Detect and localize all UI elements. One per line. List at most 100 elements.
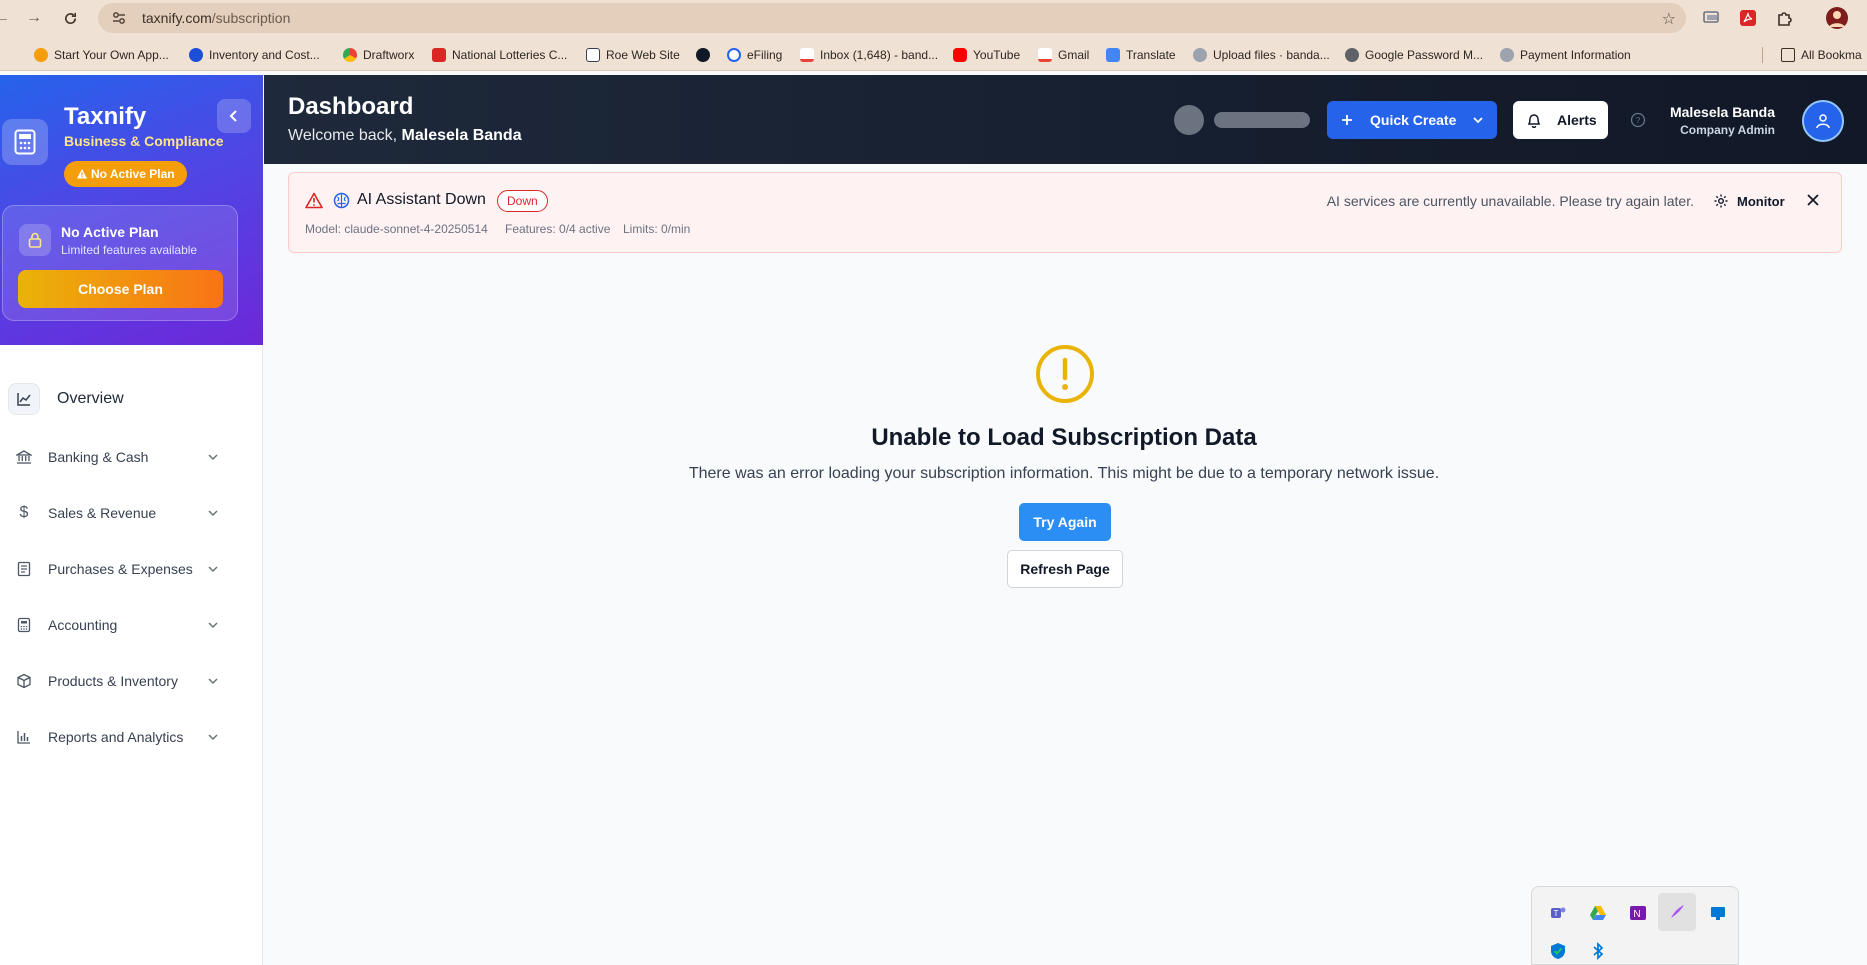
bookmark-star-icon[interactable]: ☆	[1662, 9, 1676, 29]
chevron-down-icon	[1473, 117, 1483, 124]
address-bar[interactable]: taxnify.com/subscription ☆	[98, 3, 1686, 33]
folder-icon	[1781, 48, 1795, 62]
sidebar-item-label: Overview	[57, 390, 124, 407]
bookmark-item[interactable]: Gmail	[1038, 46, 1089, 64]
help-icon[interactable]: ?	[1630, 112, 1646, 128]
refresh-page-button[interactable]: Refresh Page	[1007, 550, 1123, 588]
pen-feather-icon[interactable]	[1658, 893, 1696, 931]
sidebar-item-label: Reports and Analytics	[48, 729, 184, 745]
chevron-down-icon	[208, 510, 218, 517]
onenote-icon[interactable]: N	[1626, 901, 1650, 925]
back-icon[interactable]: ←	[0, 6, 14, 30]
bookmark-favicon-icon	[432, 48, 446, 62]
system-tray-overflow: T N	[1531, 886, 1739, 965]
bookmark-item[interactable]: Translate	[1106, 46, 1176, 64]
warning-icon	[77, 169, 87, 179]
bookmark-item[interactable]: Start Your Own App...	[34, 46, 169, 64]
choose-plan-button[interactable]: Choose Plan	[18, 270, 223, 308]
gmail-icon	[800, 48, 814, 62]
chevron-down-icon	[208, 678, 218, 685]
teams-icon[interactable]: T	[1546, 901, 1570, 925]
quick-create-button[interactable]: Quick Create	[1327, 101, 1497, 139]
close-icon[interactable]	[1806, 193, 1820, 207]
line-chart-icon	[8, 383, 40, 415]
bookmark-favicon-icon	[34, 48, 48, 62]
sidebar-item-label: Sales & Revenue	[48, 505, 157, 521]
bookmark-item[interactable]: YouTube	[953, 46, 1020, 64]
sidebar-item-label: Purchases & Expenses	[48, 561, 193, 577]
browser-toolbar: ← → taxnify.com/subscription ☆	[0, 0, 1867, 38]
try-again-button[interactable]: Try Again	[1019, 503, 1111, 541]
bookmark-item[interactable]: Upload files · banda...	[1193, 46, 1330, 64]
chevron-down-icon	[208, 454, 218, 461]
screen-icon[interactable]	[1706, 901, 1730, 925]
sidebar-item-banking[interactable]: Banking & Cash	[0, 437, 240, 477]
alert-circle-icon	[1036, 345, 1094, 403]
page-title: Dashboard	[288, 93, 414, 120]
bookmark-item[interactable]: eFiling	[727, 46, 782, 64]
key-icon	[1345, 48, 1359, 62]
site-settings-icon[interactable]	[110, 9, 128, 27]
github-icon	[1500, 48, 1514, 62]
bluetooth-icon[interactable]	[1586, 939, 1610, 963]
translate-icon	[1106, 48, 1120, 62]
github-icon	[1193, 48, 1207, 62]
sidebar-item-accounting[interactable]: Accounting	[0, 605, 240, 645]
cast-icon[interactable]	[1700, 7, 1722, 29]
windows-security-shield-icon[interactable]	[1546, 939, 1570, 963]
bookmark-item[interactable]: Draftworx	[343, 46, 414, 64]
error-description: There was an error loading your subscrip…	[688, 465, 1440, 482]
reload-icon[interactable]	[58, 6, 82, 30]
bookmark-item[interactable]: Inventory and Cost...	[189, 46, 320, 64]
url-text: taxnify.com/subscription	[142, 10, 291, 26]
chevron-left-icon	[229, 110, 237, 122]
bookmark-divider	[1762, 46, 1763, 64]
user-avatar-button[interactable]	[1802, 100, 1844, 142]
bookmark-favicon-icon	[727, 48, 741, 62]
monitor-button[interactable]: Monitor	[1713, 191, 1785, 211]
bank-icon	[12, 445, 36, 469]
sidebar-item-overview[interactable]: Overview	[0, 379, 240, 419]
bookmark-item[interactable]: Payment Information	[1500, 46, 1631, 64]
svg-text:?: ?	[1636, 116, 1641, 125]
user-icon	[1816, 114, 1830, 129]
svg-text:N: N	[1633, 909, 1640, 920]
sidebar-item-sales[interactable]: $ Sales & Revenue	[0, 493, 240, 533]
bookmark-item[interactable]: Google Password M...	[1345, 46, 1483, 64]
receipt-icon	[12, 557, 36, 581]
ai-banner-message: AI services are currently unavailable. P…	[1326, 193, 1694, 209]
extensions-puzzle-icon[interactable]	[1774, 7, 1796, 29]
sidebar: Taxnify Business & Compliance No Active …	[0, 75, 263, 965]
lock-icon	[19, 224, 51, 256]
bookmark-item[interactable]	[696, 46, 716, 64]
pdf-extension-icon[interactable]	[1737, 7, 1759, 29]
svg-text:T: T	[1554, 909, 1559, 918]
google-drive-icon[interactable]	[1586, 901, 1610, 925]
calculator-icon	[12, 613, 36, 637]
ai-status-banner: AI Assistant Down Down Model: claude-son…	[288, 172, 1842, 253]
bookmark-item[interactable]: Inbox (1,648) - band...	[800, 46, 938, 64]
chevron-down-icon	[208, 566, 218, 573]
status-badge: Down	[497, 190, 548, 212]
gmail-icon	[1038, 48, 1052, 62]
sidebar-item-products[interactable]: Products & Inventory	[0, 661, 240, 701]
all-bookmarks[interactable]: All Bookma	[1781, 46, 1862, 64]
welcome-text: Welcome back, Malesela Banda	[288, 127, 522, 144]
chevron-down-icon	[208, 734, 218, 741]
plan-card: No Active Plan Limited features availabl…	[2, 205, 238, 321]
sidebar-item-purchases[interactable]: Purchases & Expenses	[0, 549, 240, 589]
ai-banner-title: AI Assistant Down	[357, 191, 486, 208]
bookmark-item[interactable]: Roe Web Site	[586, 46, 680, 64]
forward-icon[interactable]: →	[22, 6, 46, 30]
bookmark-item[interactable]: National Lotteries C...	[432, 46, 567, 64]
bookmark-favicon-icon	[586, 48, 600, 62]
alerts-button[interactable]: Alerts	[1513, 101, 1608, 139]
user-role: Company Admin	[1680, 123, 1775, 137]
collapse-sidebar-button[interactable]	[217, 99, 251, 133]
profile-avatar-icon[interactable]	[1826, 7, 1848, 29]
ai-features-info: Features: 0/4 active	[505, 222, 611, 236]
plus-icon	[1342, 115, 1352, 125]
bookmark-favicon-icon	[343, 48, 357, 62]
sidebar-item-reports[interactable]: Reports and Analytics	[0, 717, 240, 757]
plan-card-description: Limited features available	[61, 243, 198, 257]
